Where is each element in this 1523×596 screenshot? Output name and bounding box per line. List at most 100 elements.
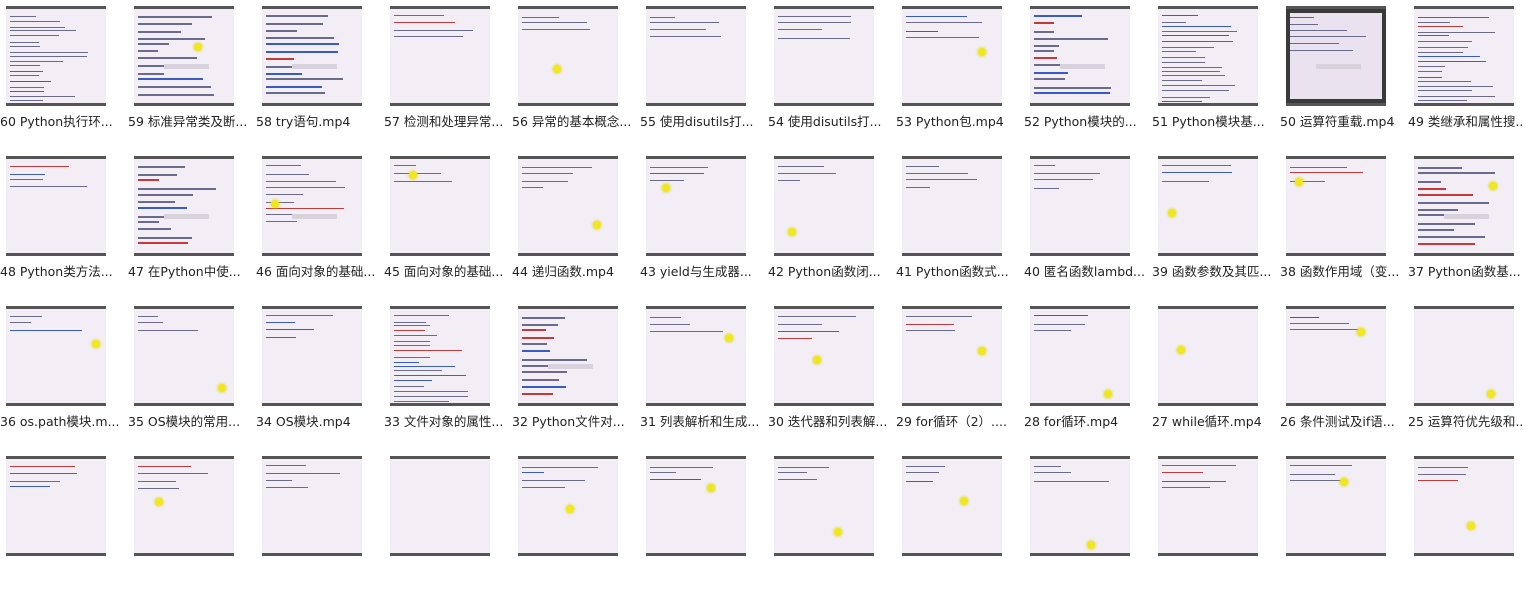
video-file-item[interactable]: 42 Python函数闭... — [768, 156, 896, 296]
video-file-item[interactable] — [384, 456, 512, 596]
video-file-item[interactable]: 26 条件测试及if语... — [1280, 306, 1408, 446]
video-thumbnail[interactable] — [518, 456, 618, 556]
video-thumbnail[interactable] — [1030, 6, 1130, 106]
video-file-item[interactable]: 31 列表解析和生成... — [640, 306, 768, 446]
video-thumbnail[interactable] — [646, 156, 746, 256]
video-file-item[interactable] — [0, 456, 128, 596]
video-thumbnail[interactable] — [902, 306, 1002, 406]
video-file-item[interactable]: 57 检测和处理异常... — [384, 6, 512, 146]
video-file-item[interactable]: 54 使用disutils打... — [768, 6, 896, 146]
video-file-item[interactable]: 59 标准异常类及断... — [128, 6, 256, 146]
video-thumbnail[interactable] — [518, 156, 618, 256]
video-file-item[interactable]: 41 Python函数式... — [896, 156, 1024, 296]
video-thumbnail[interactable] — [518, 306, 618, 406]
video-thumbnail[interactable] — [1158, 456, 1258, 556]
video-thumbnail[interactable] — [262, 6, 362, 106]
video-file-item[interactable]: 48 Python类方法... — [0, 156, 128, 296]
video-file-item[interactable]: 43 yield与生成器... — [640, 156, 768, 296]
thumbnail-text-line — [1290, 17, 1314, 18]
video-file-item[interactable]: 29 for循环（2）.... — [896, 306, 1024, 446]
video-file-item[interactable]: 55 使用disutils打... — [640, 6, 768, 146]
video-thumbnail[interactable] — [902, 156, 1002, 256]
video-file-item[interactable]: 33 文件对象的属性... — [384, 306, 512, 446]
video-file-item[interactable]: 45 面向对象的基础... — [384, 156, 512, 296]
video-file-item[interactable]: 56 异常的基本概念... — [512, 6, 640, 146]
video-file-item[interactable] — [768, 456, 896, 596]
video-file-item[interactable] — [256, 456, 384, 596]
video-file-item[interactable]: 38 函数作用域（变... — [1280, 156, 1408, 296]
video-thumbnail[interactable] — [646, 456, 746, 556]
video-file-item[interactable] — [1280, 456, 1408, 596]
video-thumbnail[interactable] — [1414, 456, 1514, 556]
video-thumbnail[interactable] — [774, 156, 874, 256]
video-thumbnail[interactable] — [1414, 6, 1514, 106]
video-file-item[interactable] — [1024, 456, 1152, 596]
video-thumbnail[interactable] — [1030, 306, 1130, 406]
video-thumbnail[interactable] — [1286, 156, 1386, 256]
video-file-item[interactable] — [512, 456, 640, 596]
video-file-item[interactable]: 46 面向对象的基础... — [256, 156, 384, 296]
video-file-item[interactable]: 51 Python模块基... — [1152, 6, 1280, 146]
video-thumbnail[interactable] — [390, 156, 490, 256]
video-thumbnail[interactable] — [134, 156, 234, 256]
video-file-item[interactable]: 47 在Python中使... — [128, 156, 256, 296]
video-file-item[interactable]: 37 Python函数基... — [1408, 156, 1523, 296]
video-thumbnail[interactable] — [390, 6, 490, 106]
video-file-item[interactable]: 50 运算符重载.mp4 — [1280, 6, 1408, 146]
video-thumbnail[interactable] — [1158, 156, 1258, 256]
mouse-cursor-highlight — [978, 48, 986, 56]
video-thumbnail[interactable] — [390, 306, 490, 406]
video-thumbnail[interactable] — [1030, 156, 1130, 256]
video-file-item[interactable]: 25 运算符优先级和... — [1408, 306, 1523, 446]
video-file-item[interactable] — [128, 456, 256, 596]
video-file-item[interactable]: 40 匿名函数lambd... — [1024, 156, 1152, 296]
video-file-item[interactable] — [896, 456, 1024, 596]
video-file-item[interactable]: 27 while循环.mp4 — [1152, 306, 1280, 446]
video-file-item[interactable]: 60 Python执行环... — [0, 6, 128, 146]
video-thumbnail[interactable] — [262, 156, 362, 256]
video-file-item[interactable]: 35 OS模块的常用... — [128, 306, 256, 446]
video-thumbnail[interactable] — [774, 456, 874, 556]
video-file-item[interactable] — [1408, 456, 1523, 596]
video-thumbnail[interactable] — [134, 306, 234, 406]
video-thumbnail[interactable] — [6, 6, 106, 106]
video-file-item[interactable]: 53 Python包.mp4 — [896, 6, 1024, 146]
video-thumbnail[interactable] — [262, 306, 362, 406]
video-file-item[interactable]: 36 os.path模块.m... — [0, 306, 128, 446]
video-thumbnail[interactable] — [902, 456, 1002, 556]
video-thumbnail[interactable] — [1158, 306, 1258, 406]
video-thumbnail[interactable] — [1414, 306, 1514, 406]
video-file-item[interactable]: 44 递归函数.mp4 — [512, 156, 640, 296]
video-thumbnail[interactable] — [902, 6, 1002, 106]
video-file-item[interactable]: 52 Python模块的... — [1024, 6, 1152, 146]
video-thumbnail[interactable] — [1030, 456, 1130, 556]
video-thumbnail[interactable] — [1286, 456, 1386, 556]
video-file-item[interactable]: 28 for循环.mp4 — [1024, 306, 1152, 446]
video-file-item[interactable]: 39 函数参数及其匹... — [1152, 156, 1280, 296]
video-thumbnail[interactable] — [1286, 6, 1386, 106]
video-thumbnail[interactable] — [1414, 156, 1514, 256]
video-thumbnail[interactable] — [6, 456, 106, 556]
video-file-item[interactable] — [640, 456, 768, 596]
video-thumbnail[interactable] — [134, 456, 234, 556]
video-thumbnail[interactable] — [774, 306, 874, 406]
video-file-item[interactable] — [1152, 456, 1280, 596]
video-file-item[interactable]: 32 Python文件对... — [512, 306, 640, 446]
video-thumbnail[interactable] — [1158, 6, 1258, 106]
video-file-item[interactable]: 30 迭代器和列表解... — [768, 306, 896, 446]
video-thumbnail[interactable] — [518, 6, 618, 106]
video-thumbnail[interactable] — [6, 156, 106, 256]
video-thumbnail[interactable] — [134, 6, 234, 106]
video-thumbnail[interactable] — [646, 6, 746, 106]
video-thumbnail[interactable] — [390, 456, 490, 556]
video-thumbnail[interactable] — [6, 306, 106, 406]
video-thumbnail[interactable] — [1286, 306, 1386, 406]
video-thumbnail[interactable] — [262, 456, 362, 556]
thumbnail-text-line — [1162, 75, 1225, 76]
video-thumbnail[interactable] — [646, 306, 746, 406]
video-file-item[interactable]: 58 try语句.mp4 — [256, 6, 384, 146]
thumbnail-text-line — [266, 480, 292, 481]
video-thumbnail[interactable] — [774, 6, 874, 106]
video-file-item[interactable]: 49 类继承和属性搜... — [1408, 6, 1523, 146]
video-file-item[interactable]: 34 OS模块.mp4 — [256, 306, 384, 446]
